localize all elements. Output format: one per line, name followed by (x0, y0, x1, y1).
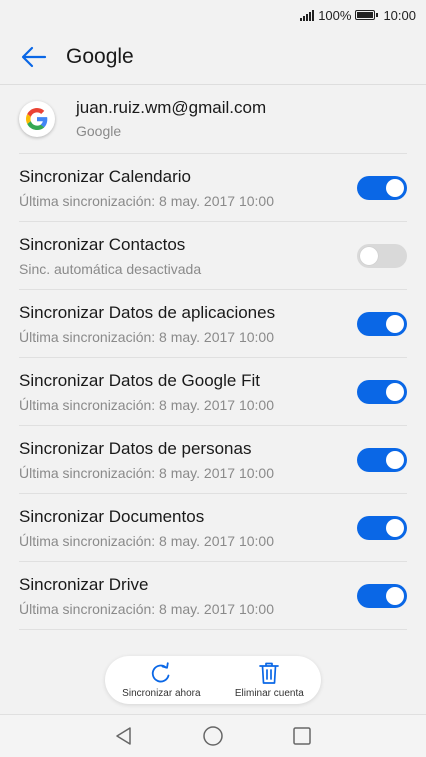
google-logo-icon (19, 100, 55, 137)
sync-row-subtitle: Última sincronización: 8 may. 2017 10:00 (19, 192, 274, 209)
sync-toggle[interactable] (357, 175, 407, 200)
sync-now-button[interactable]: Sincronizar ahora (122, 661, 201, 699)
sync-now-label: Sincronizar ahora (122, 688, 201, 699)
arrow-left-icon (21, 46, 47, 68)
sync-row-people-data[interactable]: Sincronizar Datos de personas Última sin… (19, 426, 407, 494)
toggle-knob (360, 246, 378, 265)
sync-toggle[interactable] (357, 379, 407, 404)
toggle-knob (386, 450, 404, 469)
page-title: Google (66, 45, 134, 68)
clock: 10:00 (383, 7, 416, 23)
account-type: Google (76, 123, 122, 139)
trash-icon (259, 662, 280, 684)
sync-row-title: Sincronizar Datos de Google Fit (19, 370, 260, 390)
screen: 100% 10:00 Google juan.ruiz.wm@gmail.com… (0, 0, 426, 757)
square-recent-icon (292, 727, 311, 745)
sync-toggle[interactable] (357, 583, 407, 608)
sync-row-subtitle: Última sincronización: 8 may. 2017 10:00 (19, 600, 274, 617)
signal-icon (300, 9, 315, 21)
sync-row-title: Sincronizar Datos de aplicaciones (19, 302, 276, 322)
sync-toggle[interactable] (357, 447, 407, 472)
sync-row-title: Sincronizar Calendario (19, 166, 191, 186)
sync-row-subtitle: Última sincronización: 8 may. 2017 10:00 (19, 396, 274, 413)
sync-row-documents[interactable]: Sincronizar Documentos Última sincroniza… (19, 494, 407, 562)
triangle-back-icon (116, 727, 132, 745)
sync-row-title: Sincronizar Datos de personas (19, 438, 252, 458)
account-info: juan.ruiz.wm@gmail.com Google (76, 98, 266, 139)
sync-row-title: Sincronizar Contactos (19, 234, 186, 254)
sync-row-subtitle: Última sincronización: 8 may. 2017 10:00 (19, 464, 274, 481)
remove-account-label: Eliminar cuenta (234, 688, 304, 699)
sync-row-title: Sincronizar Drive (19, 574, 149, 594)
app-bar: Google (0, 30, 426, 85)
sync-row-subtitle: Sinc. automática desactivada (19, 260, 202, 277)
sync-row-app-data[interactable]: Sincronizar Datos de aplicaciones Última… (19, 290, 407, 358)
toggle-knob (386, 382, 404, 401)
refresh-icon (152, 662, 170, 683)
sync-toggle[interactable] (357, 311, 407, 336)
nav-back-button[interactable] (109, 721, 139, 751)
sync-row-drive[interactable]: Sincronizar Drive Última sincronización:… (19, 562, 407, 630)
back-button[interactable] (12, 35, 56, 79)
account-email: juan.ruiz.wm@gmail.com (76, 98, 267, 117)
navigation-bar (0, 714, 426, 757)
sync-row-subtitle: Última sincronización: 8 may. 2017 10:00 (19, 328, 274, 345)
battery-percent: 100% (318, 7, 352, 23)
sync-row-contacts[interactable]: Sincronizar Contactos Sinc. automática d… (19, 222, 407, 290)
status-bar: 100% 10:00 (0, 0, 426, 30)
toggle-knob (386, 314, 404, 333)
nav-home-button[interactable] (198, 721, 228, 751)
sync-list: Sincronizar Calendario Última sincroniza… (19, 154, 407, 630)
sync-row-google-fit[interactable]: Sincronizar Datos de Google Fit Última s… (19, 358, 407, 426)
circle-home-icon (203, 726, 223, 746)
battery-icon (355, 10, 379, 20)
sync-toggle[interactable] (357, 243, 407, 268)
remove-account-button[interactable]: Eliminar cuenta (235, 661, 304, 699)
sync-row-calendar[interactable]: Sincronizar Calendario Última sincroniza… (19, 154, 407, 222)
toggle-knob (386, 178, 404, 197)
toggle-knob (386, 586, 404, 605)
sync-row-title: Sincronizar Documentos (19, 506, 205, 526)
toggle-knob (386, 518, 404, 537)
account-header: juan.ruiz.wm@gmail.com Google (19, 84, 407, 154)
action-bar: Sincronizar ahora Eliminar cuenta (105, 656, 321, 704)
sync-toggle[interactable] (357, 515, 407, 540)
nav-recent-button[interactable] (287, 721, 317, 751)
sync-row-subtitle: Última sincronización: 8 may. 2017 10:00 (19, 532, 274, 549)
